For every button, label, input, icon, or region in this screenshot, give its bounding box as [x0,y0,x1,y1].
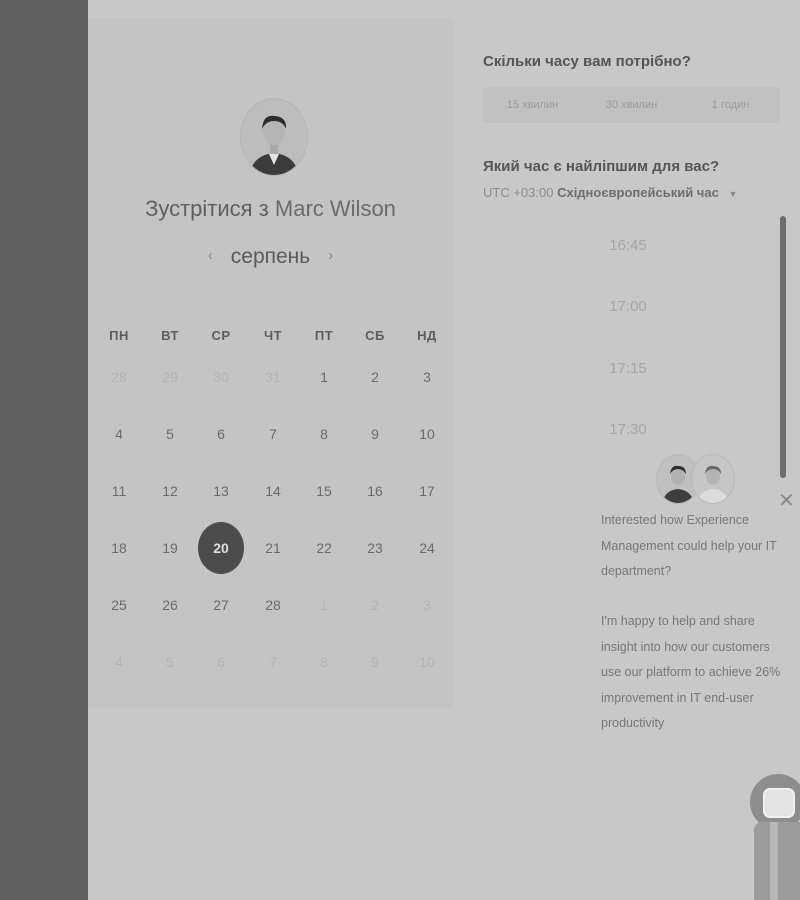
timezone-name: Східноєвропейський час [557,185,719,200]
calendar-day: 5 [166,654,174,670]
calendar-day[interactable]: 1 [304,367,344,387]
month-label: серпень [230,245,311,268]
calendar-day[interactable]: 24 [407,538,447,558]
host-name: Marc Wilson [274,196,396,221]
time-slot[interactable]: 17:15 [563,360,693,377]
calendar-day[interactable]: 28 [253,595,293,615]
calendar-day[interactable]: 12 [150,481,190,501]
weekday-header: ВТ [161,328,179,343]
time-slot[interactable]: 16:45 [563,237,693,254]
calendar-day[interactable]: 2 [355,367,395,387]
duration-options: 15 хвилин 30 хвилин 1 годин [483,87,780,123]
meeting-title-prefix: Зустрітися з [145,196,269,221]
calendar-day: 2 [371,597,379,613]
calendar-day[interactable]: 17 [407,481,447,501]
meeting-title: Зустрітися з Marc Wilson [88,196,453,222]
calendar-day: 7 [269,654,277,670]
calendar-day[interactable]: 22 [304,538,344,558]
calendar-day[interactable]: 25 [99,595,139,615]
time-slot[interactable]: 17:00 [563,298,693,315]
calendar-day: 29 [162,369,178,385]
calendar-day[interactable]: 18 [99,538,139,558]
calendar-day[interactable]: 8 [304,424,344,444]
calendar-day[interactable]: 9 [355,424,395,444]
month-navigation: ‹ серпень › [88,245,453,269]
calendar-day[interactable]: 19 [150,538,190,558]
duration-option-30[interactable]: 30 хвилин [582,87,681,123]
calendar-day[interactable]: 15 [304,481,344,501]
calendar-day: 6 [217,654,225,670]
popup-message-1: Interested how Experience Management cou… [601,513,777,578]
calendar-panel: Зустрітися з Marc Wilson ‹ серпень › ПН … [88,18,453,708]
calendar-day[interactable]: 23 [355,538,395,558]
selected-calendar-day[interactable]: 20 [198,522,244,574]
calendar-day[interactable]: 26 [150,595,190,615]
calendar-day: 1 [320,597,328,613]
weekday-header: ЧТ [263,328,283,343]
chevron-right-icon[interactable]: › [328,247,333,264]
calendar-day[interactable]: 5 [150,424,190,444]
calendar-day[interactable]: 21 [253,538,293,558]
calendar-day[interactable]: 3 [407,367,447,387]
duration-question: Скільки часу вам потрібно? [483,53,691,70]
weekday-header: ПТ [314,328,334,343]
calendar-day[interactable]: 27 [201,595,241,615]
weekday-header: СБ [365,328,385,343]
agent-avatar-2 [691,454,735,504]
weekday-header: НД [417,328,437,343]
duration-option-60[interactable]: 1 годин [681,87,780,123]
calendar-day[interactable]: 4 [99,424,139,444]
calendar-day: 3 [423,597,431,613]
left-sidebar-strip [0,0,88,900]
chat-widget-tab [754,822,800,900]
time-slot[interactable]: 17:30 [563,421,693,438]
calendar-day[interactable]: 7 [253,424,293,444]
calendar-day[interactable]: 14 [253,481,293,501]
popup-message-2: I'm happy to help and share insight into… [601,614,781,730]
chat-bubble-icon [763,788,795,818]
calendar-day: 4 [115,654,123,670]
calendar-day: 10 [419,654,435,670]
chevron-down-icon: ▼ [728,189,738,199]
calendar-day: 28 [111,369,127,385]
weekday-header: СР [211,328,231,343]
weekday-header: ПН [109,328,129,343]
chat-widget-bar [770,822,778,900]
host-avatar [240,98,308,176]
calendar-day[interactable]: 11 [99,481,139,501]
scheduler-page: Зустрітися з Marc Wilson ‹ серпень › ПН … [88,0,800,900]
calendar-day[interactable]: 6 [201,424,241,444]
calendar-day: 8 [320,654,328,670]
time-question: Який час є найліпшим для вас? [483,158,720,175]
timezone-offset: UTC +03:00 [483,185,554,200]
calendar-day: 9 [371,654,379,670]
calendar-day[interactable]: 10 [407,424,447,444]
calendar-day[interactable]: 16 [355,481,395,501]
time-slots-scrollbar[interactable] [780,216,786,478]
calendar-day[interactable]: 13 [201,481,241,501]
duration-option-15[interactable]: 15 хвилин [483,87,582,123]
chevron-left-icon[interactable]: ‹ [208,247,213,264]
timezone-selector[interactable]: UTC +03:00 Східноєвропейський час ▼ [483,185,737,200]
calendar-day: 31 [265,369,281,385]
calendar-day: 30 [213,369,229,385]
time-panel: Скільки часу вам потрібно? 15 хвилин 30 … [453,18,800,708]
